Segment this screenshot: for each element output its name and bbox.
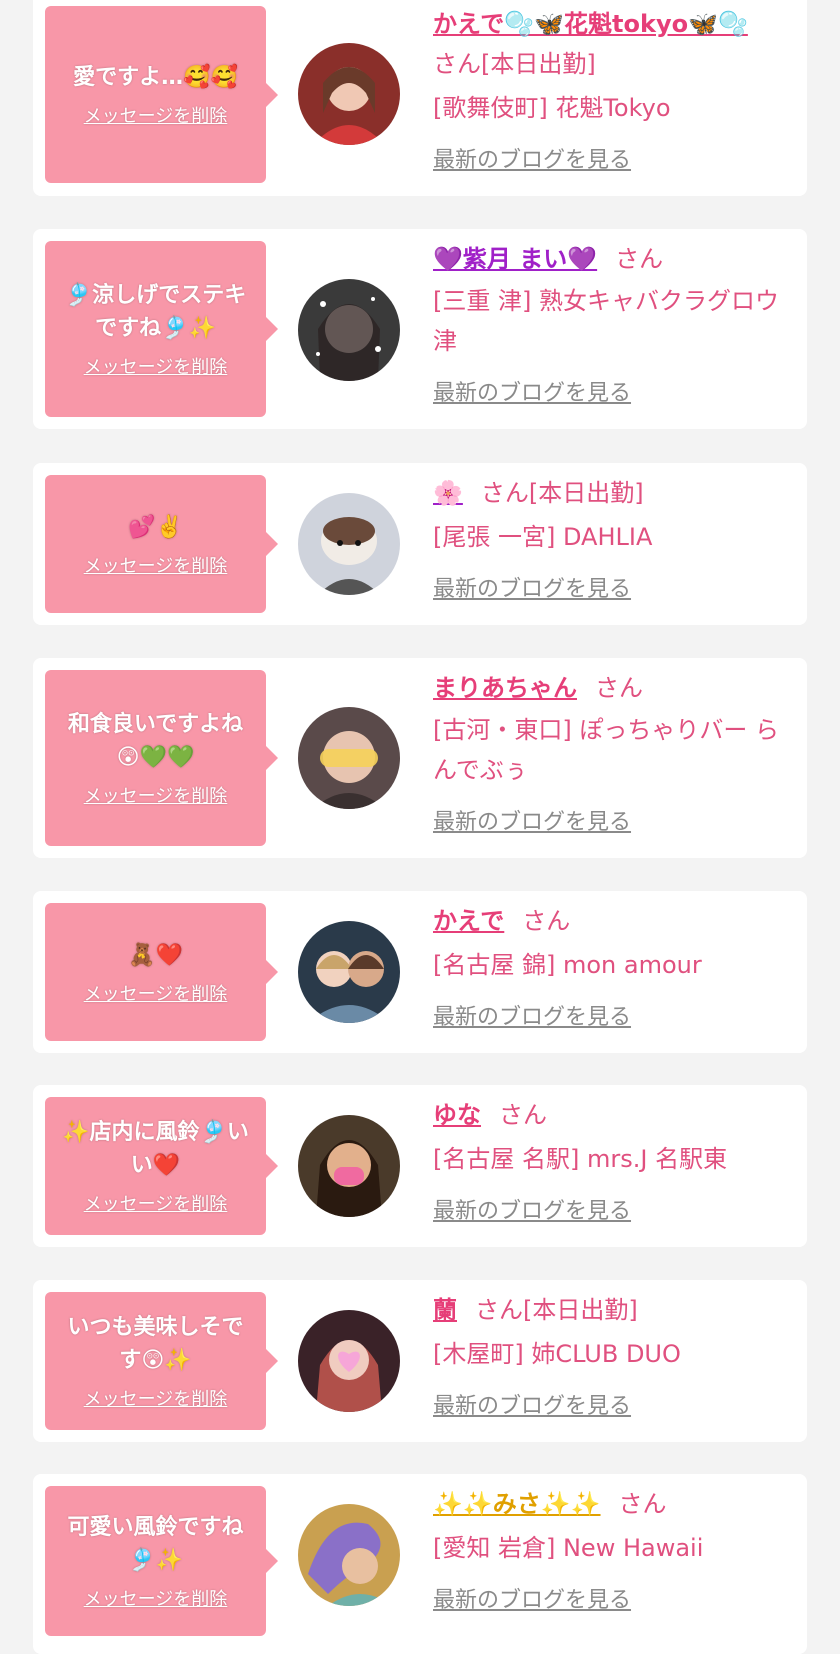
honorific-status: さん — [522, 907, 571, 935]
honorific-status: さん[本日出勤] — [480, 479, 644, 507]
avatar[interactable] — [298, 43, 400, 145]
profile-info: まりあちゃん さん [古河・東口] ぽっちゃりバー らんでぶぅ 最新のブログを見る — [433, 668, 793, 836]
delete-message-button[interactable]: メッセージを削除 — [84, 1385, 228, 1411]
profile-info: 💜紫月 まい💜 さん [三重 津] 熟女キャバクラグロウ津 最新のブログを見る — [433, 239, 793, 407]
honorific-status: さん — [615, 245, 664, 273]
delete-message-button[interactable]: メッセージを削除 — [84, 1585, 228, 1611]
message-bubble: いつも美味しそで す😲✨ メッセージを削除 — [45, 1292, 278, 1430]
message-bubble: 和食良いですよね 😲💚💚 メッセージを削除 — [45, 670, 278, 846]
avatar-photo-icon — [298, 921, 400, 1023]
profile-name-link[interactable]: まりあちゃん — [433, 674, 577, 702]
list-item: 和食良いですよね 😲💚💚 メッセージを削除 まりあちゃん さん [古河・東口] ぽ… — [33, 658, 807, 858]
message-bubble: ✨店内に風鈴🎐い い❤️ メッセージを削除 — [45, 1097, 278, 1235]
list-item: 可愛い風鈴ですね 🎐✨ メッセージを削除 ✨✨みさ✨✨ さん [愛知 岩倉] Ne… — [33, 1474, 807, 1654]
message-text: 🎐涼しげでステキ ですね🎐✨ — [64, 283, 247, 341]
shop-info: [木屋町] 姉CLUB DUO — [433, 1340, 681, 1368]
latest-blog-link[interactable]: 最新のブログを見る — [433, 1193, 631, 1225]
shop-info: [愛知 岩倉] New Hawaii — [433, 1534, 704, 1562]
shop-info: [歌舞伎町] 花魁Tokyo — [433, 94, 671, 122]
profile-name-link[interactable]: ✨✨みさ✨✨ — [433, 1490, 601, 1518]
avatar-photo-icon — [298, 1310, 400, 1412]
shop-info: [尾張 一宮] DAHLIA — [433, 523, 653, 551]
delete-message-button[interactable]: メッセージを削除 — [84, 782, 228, 808]
honorific-status: さん — [595, 674, 643, 702]
avatar-photo-icon — [298, 279, 400, 381]
avatar-photo-icon — [298, 493, 400, 595]
list-item: 🎐涼しげでステキ ですね🎐✨ メッセージを削除 💜紫月 まい💜 さん [三重 津]… — [33, 229, 807, 429]
avatar-photo-icon — [298, 43, 400, 145]
shop-info: [名古屋 錦] mon amour — [433, 951, 702, 979]
message-text: 🧸❤️ — [128, 942, 183, 968]
profile-name-link[interactable]: ゆな — [433, 1101, 481, 1129]
latest-blog-link[interactable]: 最新のブログを見る — [433, 804, 631, 836]
profile-name-link[interactable]: かえで🫧🦋花魁tokyo🦋🫧 — [433, 10, 748, 38]
list-item: 🧸❤️ メッセージを削除 かえで さん [名古屋 錦] mon amour 最新の… — [33, 891, 807, 1053]
profile-info: かえで🫧🦋花魁tokyo🦋🫧 さん[本日出勤] [歌舞伎町] 花魁Tokyo 最… — [433, 4, 793, 174]
honorific-status: さん — [618, 1490, 667, 1518]
latest-blog-link[interactable]: 最新のブログを見る — [433, 142, 631, 174]
avatar-photo-icon — [298, 1115, 400, 1217]
profile-info: ゆな さん [名古屋 名駅] mrs.J 名駅東 最新のブログを見る — [433, 1095, 793, 1225]
latest-blog-link[interactable]: 最新のブログを見る — [433, 571, 631, 603]
profile-info: 🌸 さん[本日出勤] [尾張 一宮] DAHLIA 最新のブログを見る — [433, 473, 793, 603]
delete-message-button[interactable]: メッセージを削除 — [84, 1190, 228, 1216]
message-bubble: 可愛い風鈴ですね 🎐✨ メッセージを削除 — [45, 1486, 278, 1636]
profile-name-link[interactable]: 🌸 — [433, 479, 463, 507]
message-text: いつも美味しそで す😲✨ — [67, 1315, 244, 1373]
avatar[interactable] — [298, 1310, 400, 1412]
avatar-photo-icon — [298, 707, 400, 809]
message-bubble: 🧸❤️ メッセージを削除 — [45, 903, 278, 1041]
avatar[interactable] — [298, 1115, 400, 1217]
message-text: ✨店内に風鈴🎐い い❤️ — [62, 1120, 249, 1178]
delete-message-button[interactable]: メッセージを削除 — [84, 552, 228, 578]
message-text: 愛ですよ…🥰🥰 — [73, 65, 238, 90]
honorific-status: さん[本日出勤] — [475, 1296, 638, 1324]
latest-blog-link[interactable]: 最新のブログを見る — [433, 1582, 631, 1614]
avatar[interactable] — [298, 1504, 400, 1606]
list-item: 愛ですよ…🥰🥰 メッセージを削除 かえで🫧🦋花魁tokyo🦋🫧 さん[本日出勤]… — [33, 0, 807, 196]
message-text: 💕✌️ — [128, 514, 183, 540]
honorific-status: さん[本日出勤] — [433, 50, 596, 78]
avatar[interactable] — [298, 921, 400, 1023]
message-list: 愛ですよ…🥰🥰 メッセージを削除 かえで🫧🦋花魁tokyo🦋🫧 さん[本日出勤]… — [0, 0, 840, 1654]
delete-message-button[interactable]: メッセージを削除 — [84, 353, 228, 379]
latest-blog-link[interactable]: 最新のブログを見る — [433, 375, 631, 407]
profile-info: 蘭さん[本日出勤] [木屋町] 姉CLUB DUO 最新のブログを見る — [433, 1290, 793, 1420]
message-bubble: 🎐涼しげでステキ ですね🎐✨ メッセージを削除 — [45, 241, 278, 417]
message-text: 和食良いですよね 😲💚💚 — [67, 712, 244, 770]
message-text: 可愛い風鈴ですね 🎐✨ — [67, 1515, 244, 1573]
profile-info: かえで さん [名古屋 錦] mon amour 最新のブログを見る — [433, 901, 793, 1031]
shop-info: [古河・東口] ぽっちゃりバー らんでぶぅ — [433, 716, 779, 784]
shop-info: [名古屋 名駅] mrs.J 名駅東 — [433, 1145, 728, 1173]
profile-name-link[interactable]: 蘭 — [433, 1296, 457, 1324]
list-item: いつも美味しそで す😲✨ メッセージを削除 蘭さん[本日出勤] [木屋町] 姉C… — [33, 1280, 807, 1442]
avatar[interactable] — [298, 279, 400, 381]
avatar-photo-icon — [298, 1504, 400, 1606]
profile-info: ✨✨みさ✨✨ さん [愛知 岩倉] New Hawaii 最新のブログを見る — [433, 1484, 793, 1614]
shop-info: [三重 津] 熟女キャバクラグロウ津 — [433, 287, 779, 355]
profile-name-link[interactable]: かえで — [433, 907, 504, 935]
latest-blog-link[interactable]: 最新のブログを見る — [433, 1388, 631, 1420]
avatar[interactable] — [298, 493, 400, 595]
message-bubble: 💕✌️ メッセージを削除 — [45, 475, 278, 613]
latest-blog-link[interactable]: 最新のブログを見る — [433, 999, 631, 1031]
message-bubble: 愛ですよ…🥰🥰 メッセージを削除 — [45, 6, 278, 183]
list-item: 💕✌️ メッセージを削除 🌸 さん[本日出勤] [尾張 一宮] DAHLIA 最新… — [33, 463, 807, 625]
list-item: ✨店内に風鈴🎐い い❤️ メッセージを削除 ゆな さん [名古屋 名駅] mrs.… — [33, 1085, 807, 1247]
honorific-status: さん — [499, 1101, 547, 1129]
delete-message-button[interactable]: メッセージを削除 — [84, 102, 228, 128]
delete-message-button[interactable]: メッセージを削除 — [84, 980, 228, 1006]
avatar[interactable] — [298, 707, 400, 809]
profile-name-link[interactable]: 💜紫月 まい💜 — [433, 245, 597, 273]
